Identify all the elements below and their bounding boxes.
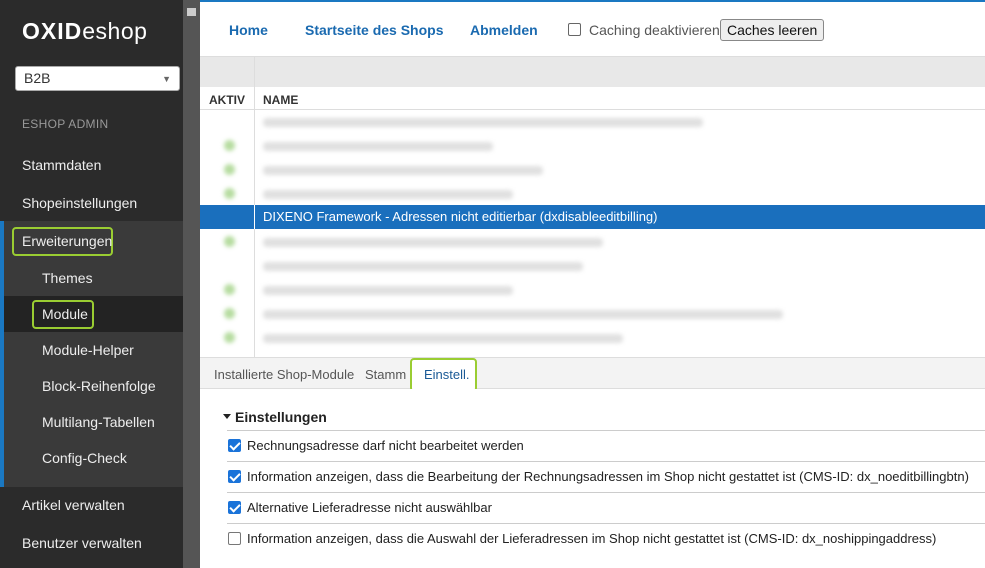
table-row[interactable] (200, 326, 985, 350)
tab-stamm[interactable]: Stamm (365, 367, 406, 382)
table-row[interactable] (200, 110, 985, 134)
list-header-band (200, 57, 985, 357)
setting-option: Information anzeigen, dass die Bearbeitu… (227, 461, 985, 492)
setting-checkbox[interactable] (228, 501, 241, 514)
sidebar-item-shopeinstellungen[interactable]: Shopeinstellungen (22, 195, 137, 211)
sidebar-item-config-check[interactable]: Config-Check (42, 450, 127, 466)
sidebar-group-erweiterungen: Erweiterungen Themes Module Module-Helpe… (0, 221, 183, 487)
setting-option: Alternative Lieferadresse nicht auswählb… (227, 492, 985, 523)
home-link[interactable]: Home (229, 22, 268, 38)
setting-checkbox[interactable] (228, 532, 241, 545)
sidebar-item-module-helper[interactable]: Module-Helper (42, 342, 134, 358)
table-row[interactable] (200, 278, 985, 302)
column-header-name[interactable]: NAME (263, 93, 298, 107)
top-navigation: Home Startseite des Shops Abmelden Cachi… (200, 0, 985, 57)
sidebar-item-module[interactable]: Module (42, 306, 88, 322)
admin-sidebar: OXIDeshop B2B ▼ ESHOP ADMIN Stammdaten S… (0, 0, 200, 568)
setting-option: Information anzeigen, dass die Auswahl d… (227, 523, 985, 554)
table-row[interactable] (200, 158, 985, 182)
section-label: ESHOP ADMIN (22, 117, 109, 131)
setting-label: Rechnungsadresse darf nicht bearbeitet w… (247, 438, 524, 453)
setting-label: Information anzeigen, dass die Bearbeitu… (247, 469, 969, 484)
column-header-active[interactable]: AKTIV (209, 93, 245, 107)
sidebar-item-stammdaten[interactable]: Stammdaten (22, 157, 101, 173)
settings-panel: Einstellungen Rechnungsadresse darf nich… (200, 389, 985, 568)
tab-einstellungen[interactable]: Einstell. (424, 367, 470, 382)
shop-start-link[interactable]: Startseite des Shops (305, 22, 444, 38)
table-row[interactable] (200, 230, 985, 254)
caret-down-icon[interactable] (223, 414, 231, 419)
sidebar-item-themes[interactable]: Themes (42, 270, 93, 286)
settings-group-title[interactable]: Einstellungen (235, 409, 327, 425)
sidebar-item-benutzer-verwalten[interactable]: Benutzer verwalten (22, 535, 142, 551)
table-row[interactable] (200, 302, 985, 326)
sidebar-item-multilang-tabellen[interactable]: Multilang-Tabellen (42, 414, 155, 430)
setting-checkbox[interactable] (228, 470, 241, 483)
table-row-selected[interactable]: DIXENO Framework - Adressen nicht editie… (200, 205, 985, 229)
setting-label: Alternative Lieferadresse nicht auswählb… (247, 500, 492, 515)
setting-label: Information anzeigen, dass die Auswahl d… (247, 531, 937, 546)
selected-module-name: DIXENO Framework - Adressen nicht editie… (263, 209, 658, 224)
setting-checkbox[interactable] (228, 439, 241, 452)
sidebar-item-erweiterungen[interactable]: Erweiterungen (22, 233, 112, 249)
table-row[interactable] (200, 134, 985, 158)
scroll-up-arrow-icon[interactable] (187, 8, 196, 16)
chevron-down-icon: ▼ (162, 74, 171, 84)
caching-checkbox[interactable] (568, 23, 581, 36)
module-list: AKTIV NAME DIXENO Framework - Adressen n… (200, 57, 985, 357)
clear-caches-button[interactable]: Caches leeren (720, 19, 825, 41)
oxid-logo[interactable]: OXIDeshop (22, 18, 147, 45)
sidebar-item-artikel-verwalten[interactable]: Artikel verwalten (22, 497, 125, 513)
logout-link[interactable]: Abmelden (470, 22, 538, 38)
tab-installierte-module[interactable]: Installierte Shop-Module (214, 367, 354, 382)
table-row[interactable] (200, 254, 985, 278)
caching-label: Caching deaktivieren (589, 22, 720, 38)
shop-select-value: B2B (24, 70, 51, 86)
shop-select[interactable]: B2B ▼ (15, 66, 180, 91)
setting-option: Rechnungsadresse darf nicht bearbeitet w… (227, 430, 985, 461)
tab-bar: Installierte Shop-Module Stamm Einstell. (200, 357, 985, 392)
table-row[interactable] (200, 182, 985, 206)
sidebar-scrollbar[interactable] (183, 0, 200, 568)
sidebar-item-block-reihenfolge[interactable]: Block-Reihenfolge (42, 378, 156, 394)
